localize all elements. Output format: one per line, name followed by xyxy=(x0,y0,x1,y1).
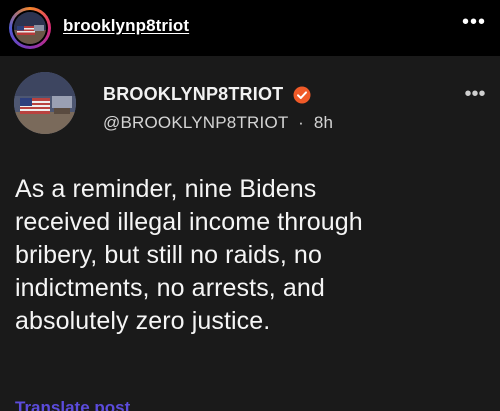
tweet-text-line: received illegal income through xyxy=(15,208,363,236)
more-horizontal-icon[interactable]: ••• xyxy=(459,12,489,32)
handle: @BROOKLYNP8TRIOT xyxy=(103,113,289,132)
post-screenshot: brooklynp8triot ••• BROOKLYNP8TRIOT @BRO… xyxy=(0,0,500,411)
tweet-text: As a reminder, nine Bidens received ille… xyxy=(15,173,485,338)
post-header: brooklynp8triot ••• xyxy=(0,0,500,56)
more-horizontal-icon: ••• xyxy=(464,83,486,105)
translate-post-link[interactable]: Translate post xyxy=(15,398,130,411)
verified-badge-icon xyxy=(293,86,311,104)
tweet-text-line: bribery, but still no raids, no xyxy=(15,241,322,269)
username-link[interactable]: brooklynp8triot xyxy=(63,16,189,36)
post-image: BROOKLYNP8TRIOT @BROOKLYNP8TRIOT · 8h ••… xyxy=(0,56,500,411)
separator: · xyxy=(298,113,304,132)
tweet-author: BROOKLYNP8TRIOT xyxy=(103,84,311,108)
tweet-text-line: indictments, no arrests, and xyxy=(15,274,325,302)
display-name: BROOKLYNP8TRIOT xyxy=(103,84,284,104)
handle-row: @BROOKLYNP8TRIOT · 8h xyxy=(103,113,333,133)
timestamp: 8h xyxy=(313,113,334,132)
tweet-avatar-icon xyxy=(14,72,76,134)
tweet-text-line: absolutely zero justice. xyxy=(15,307,271,335)
profile-avatar-icon[interactable] xyxy=(12,10,48,46)
story-ring[interactable] xyxy=(9,7,51,49)
tweet-text-line: As a reminder, nine Bidens xyxy=(15,175,317,203)
